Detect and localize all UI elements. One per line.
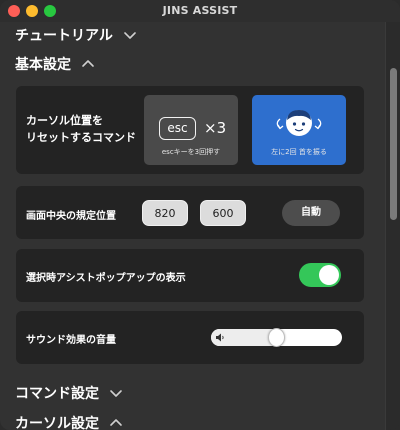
cursor-reset-card: カーソル位置を リセットするコマンド esc ×3 escキーを3回押す 左に2… bbox=[16, 86, 364, 174]
head-shake-option-caption: 左に2回 首を振る bbox=[271, 148, 327, 156]
center-position-card: 画面中央の規定位置 820 600 自動 bbox=[16, 186, 364, 239]
section-tutorial-header[interactable]: チュートリアル bbox=[15, 25, 137, 45]
sound-volume-label: サウンド効果の音量 bbox=[26, 335, 116, 346]
speaker-icon bbox=[216, 333, 224, 342]
assist-popup-toggle[interactable] bbox=[299, 263, 341, 287]
title-bar: JINS ASSIST bbox=[0, 0, 400, 22]
assist-popup-card: 選択時アシストポップアップの表示 bbox=[16, 249, 364, 302]
volume-slider[interactable] bbox=[211, 328, 342, 347]
cursor-reset-label: カーソル位置を リセットするコマンド bbox=[26, 112, 136, 146]
esc-option-tile[interactable]: esc ×3 escキーを3回押す bbox=[144, 95, 238, 165]
cursor-reset-label-line1: カーソル位置を bbox=[26, 114, 103, 127]
vertical-scrollbar[interactable] bbox=[385, 22, 400, 430]
head-shake-option-tile[interactable]: 左に2回 首を振る bbox=[252, 95, 346, 165]
assist-popup-label: 選択時アシストポップアップの表示 bbox=[26, 273, 186, 284]
esc-times-label: ×3 bbox=[204, 119, 227, 137]
section-cursor-label: カーソル設定 bbox=[15, 416, 99, 430]
section-basic-header[interactable]: 基本設定 bbox=[15, 54, 95, 74]
sound-volume-card: サウンド効果の音量 bbox=[16, 311, 364, 364]
esc-option-caption: escキーを3回押す bbox=[161, 148, 221, 156]
chevron-up-icon bbox=[109, 418, 123, 428]
esc-key-icon: esc bbox=[159, 117, 196, 140]
section-tutorial-label: チュートリアル bbox=[15, 28, 113, 44]
center-x-field[interactable]: 820 bbox=[142, 200, 188, 226]
toggle-knob bbox=[319, 265, 339, 285]
chevron-down-icon bbox=[109, 388, 123, 398]
chevron-down-icon bbox=[123, 30, 137, 40]
auto-button[interactable]: 自動 bbox=[282, 200, 340, 226]
section-cursor-header[interactable]: カーソル設定 bbox=[15, 413, 123, 430]
app-window: JINS ASSIST チュートリアル 基本設定 カーソル位置を リセットするコ… bbox=[0, 0, 400, 430]
settings-content: チュートリアル 基本設定 カーソル位置を リセットするコマンド esc ×3 e… bbox=[0, 22, 385, 430]
section-commands-header[interactable]: コマンド設定 bbox=[15, 383, 123, 403]
center-position-label: 画面中央の規定位置 bbox=[26, 211, 116, 222]
window-title: JINS ASSIST bbox=[162, 4, 238, 17]
head-shake-icon bbox=[276, 110, 322, 136]
section-commands-label: コマンド設定 bbox=[15, 386, 99, 402]
section-basic-label: 基本設定 bbox=[15, 57, 71, 73]
center-y-field[interactable]: 600 bbox=[200, 200, 246, 226]
volume-slider-thumb[interactable] bbox=[268, 328, 285, 347]
chevron-up-icon bbox=[81, 59, 95, 69]
cursor-reset-label-line2: リセットするコマンド bbox=[26, 131, 136, 144]
scrollbar-thumb[interactable] bbox=[390, 68, 397, 220]
